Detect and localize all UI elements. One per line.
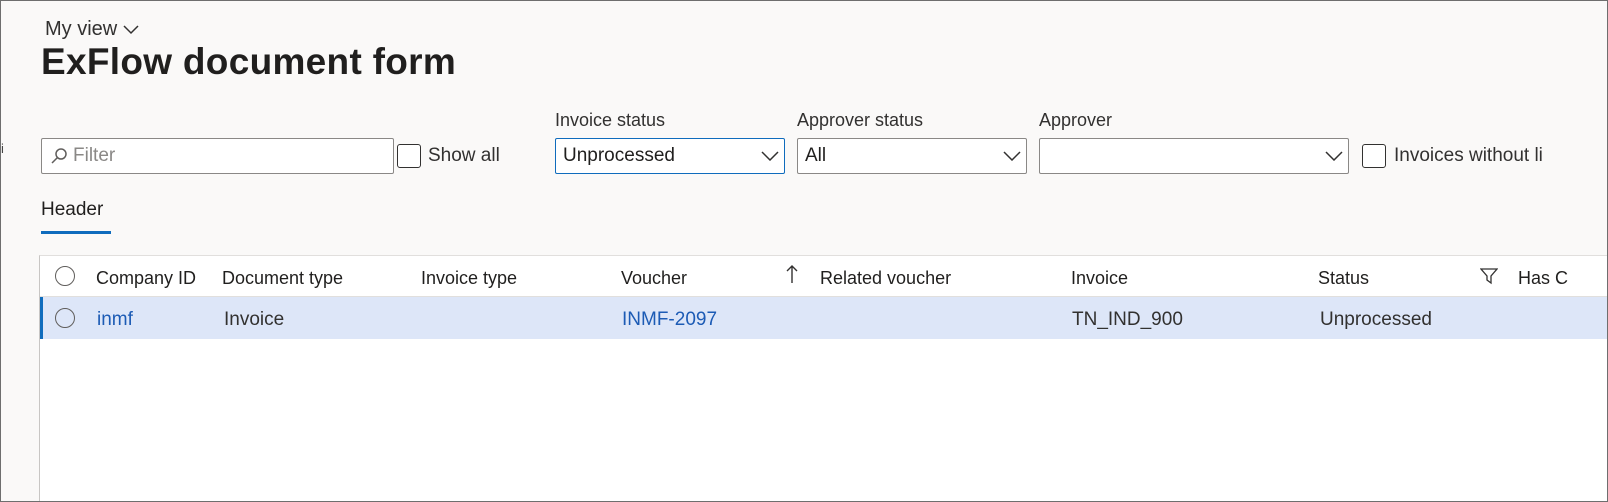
chevron-down-icon [756,151,784,161]
voucher-link[interactable]: INMF-2097 [622,309,717,331]
select-all-radio[interactable] [55,266,75,286]
page-title: ExFlow document form [41,41,457,82]
approver-select[interactable] [1039,138,1349,174]
column-header-voucher[interactable]: Voucher [621,268,687,289]
column-header-invoice[interactable]: Invoice [1071,268,1128,289]
invoice-status-label: Invoice status [555,110,666,130]
column-header-document-type[interactable]: Document type [222,268,343,289]
view-selector-label: My view [45,18,118,40]
chevron-down-icon [123,18,139,41]
search-icon [42,147,68,165]
column-header-has-c[interactable]: Has C [1518,268,1568,289]
invoice-cell: TN_IND_900 [1072,309,1183,330]
show-all-label: Show all [428,145,500,166]
collapsed-pane-edge: i [1,141,4,156]
row-select-radio[interactable] [55,308,75,328]
invoice-status-value: Unprocessed [563,145,675,166]
document-grid: Company ID Document type Invoice type Vo… [39,255,1607,501]
approver-status-value: All [805,145,827,166]
column-header-company-id[interactable]: Company ID [96,268,196,289]
column-header-related-voucher[interactable]: Related voucher [820,268,951,289]
sort-ascending-icon [785,264,799,289]
view-selector[interactable]: My view [45,18,139,41]
chevron-down-icon [1320,151,1348,161]
tab-header[interactable]: Header [41,199,103,221]
status-cell: Unprocessed [1320,309,1432,330]
grid-header-row: Company ID Document type Invoice type Vo… [40,256,1607,297]
invoice-status-select[interactable]: Unprocessed [555,138,785,174]
filter-placeholder: Filter [73,145,116,166]
document-type-cell: Invoice [224,309,285,330]
column-header-invoice-type[interactable]: Invoice type [421,268,517,289]
approver-status-select[interactable]: All [797,138,1027,174]
invoices-without-lines-checkbox[interactable] [1362,144,1386,168]
chevron-down-icon [998,151,1026,161]
active-tab-indicator [41,231,111,234]
column-header-status[interactable]: Status [1318,268,1369,289]
filter-funnel-icon[interactable] [1479,267,1499,290]
app-window: i My view ExFlow document form Filter Sh… [0,0,1608,502]
table-row[interactable]: inmf Invoice INMF-2097 TN_IND_900 Unproc… [40,297,1607,339]
company-id-link[interactable]: inmf [97,309,133,331]
approver-status-label: Approver status [797,110,924,130]
approver-label: Approver [1039,110,1113,130]
filter-input[interactable]: Filter [41,138,394,174]
invoices-without-lines-label: Invoices without li [1394,145,1543,166]
show-all-checkbox[interactable] [397,144,421,168]
